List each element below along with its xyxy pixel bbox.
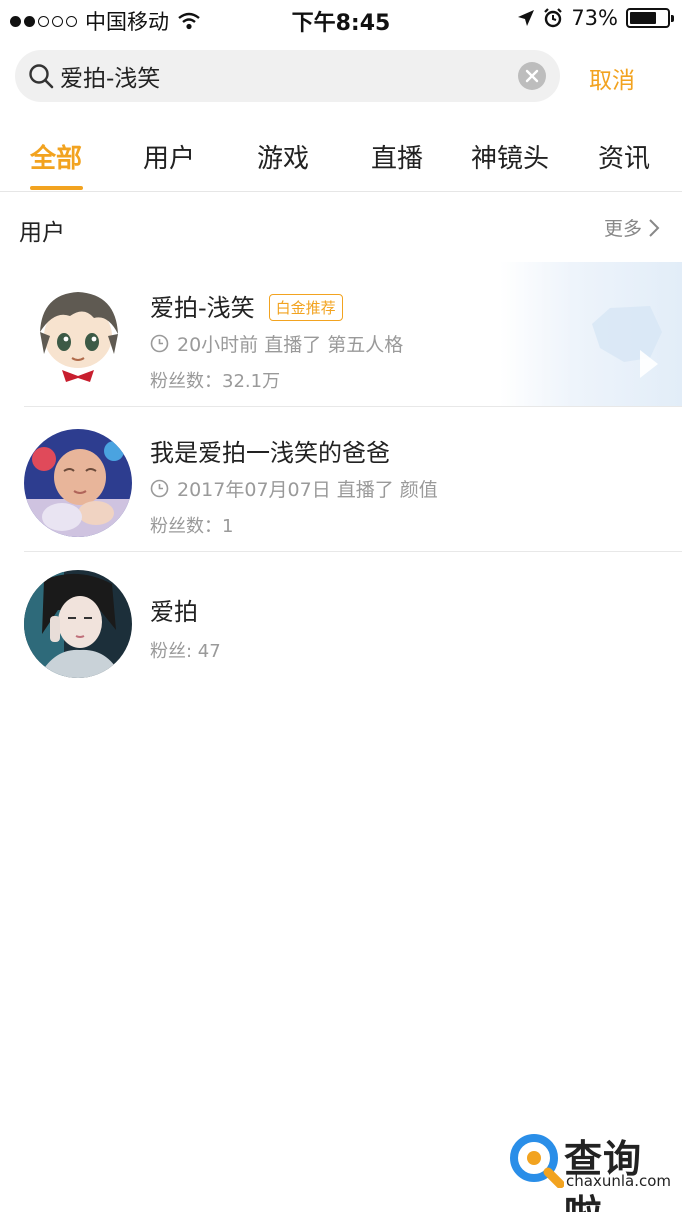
status-bar: 中国移动 下午8:45 73% (0, 0, 682, 38)
tab-all[interactable]: 全部 (30, 138, 82, 175)
clock-icon (150, 334, 169, 353)
battery-percent: 73% (571, 6, 618, 30)
watermark-url: chaxunla.com (566, 1172, 671, 1190)
promo-background (500, 262, 682, 406)
avatar[interactable] (24, 429, 132, 537)
follower-count: 粉丝数：32.1万 (150, 371, 281, 392)
recommend-badge: 白金推荐 (268, 294, 343, 321)
follower-count: 粉丝: 47 (150, 641, 221, 662)
tab-games[interactable]: 游戏 (257, 138, 309, 175)
more-label: 更多 (603, 218, 642, 240)
status-right: 73% (517, 6, 674, 30)
activity-text: 20小时前 直播了 第五人格 (177, 334, 404, 356)
battery-level-fill (630, 12, 657, 24)
avatar[interactable] (24, 280, 132, 388)
tab-live[interactable]: 直播 (371, 138, 423, 175)
watermark: 查询啦 chaxunla.com (508, 1128, 673, 1212)
user-name: 爱拍-浅笑 (150, 294, 255, 322)
clear-search-button[interactable] (518, 62, 546, 90)
more-button[interactable]: 更多 (604, 214, 660, 241)
cancel-button[interactable]: 取消 (589, 61, 635, 95)
category-tabs: 全部 用户 游戏 直播 神镜头 资讯 (0, 120, 682, 192)
search-input[interactable] (60, 59, 510, 93)
active-tab-indicator (30, 186, 83, 190)
search-box[interactable] (15, 50, 560, 102)
tab-users[interactable]: 用户 (143, 138, 195, 175)
section-title: 用户 (19, 220, 65, 246)
user-activity: 20小时前 直播了 第五人格 (150, 330, 403, 357)
close-icon (525, 69, 539, 83)
search-row: 取消 (0, 48, 682, 106)
search-logo-icon (510, 1134, 564, 1188)
user-list-item[interactable]: 爱拍-浅笑 白金推荐 20小时前 直播了 第五人格 粉丝数：32.1万 (0, 262, 682, 407)
follower-count: 粉丝数：1 (150, 516, 234, 537)
alarm-clock-icon (544, 8, 563, 28)
location-arrow-icon (518, 10, 535, 26)
user-name-row: 爱拍-浅笑 白金推荐 (150, 288, 343, 323)
tab-highlights[interactable]: 神镜头 (471, 138, 549, 175)
clock-icon (150, 479, 169, 498)
search-icon (29, 64, 54, 89)
tab-news[interactable]: 资讯 (598, 138, 650, 175)
user-list-item[interactable]: 我是爱拍一浅笑的爸爸 2017年07月07日 直播了 颜值 粉丝数：1 (0, 407, 682, 552)
star-play-icon (592, 306, 662, 378)
user-activity: 2017年07月07日 直播了 颜值 (150, 475, 438, 502)
activity-text: 2017年07月07日 直播了 颜值 (177, 479, 438, 501)
user-list-item[interactable]: 爱拍 粉丝: 47 (0, 552, 682, 692)
user-name: 我是爱拍一浅笑的爸爸 (150, 439, 390, 467)
users-section-header: 用户 更多 (0, 193, 682, 259)
battery-icon (626, 8, 674, 28)
avatar[interactable] (24, 570, 132, 678)
watermark-brand: 查询啦 (564, 1137, 643, 1212)
user-name: 爱拍 (150, 598, 198, 626)
chevron-right-icon (649, 218, 660, 237)
